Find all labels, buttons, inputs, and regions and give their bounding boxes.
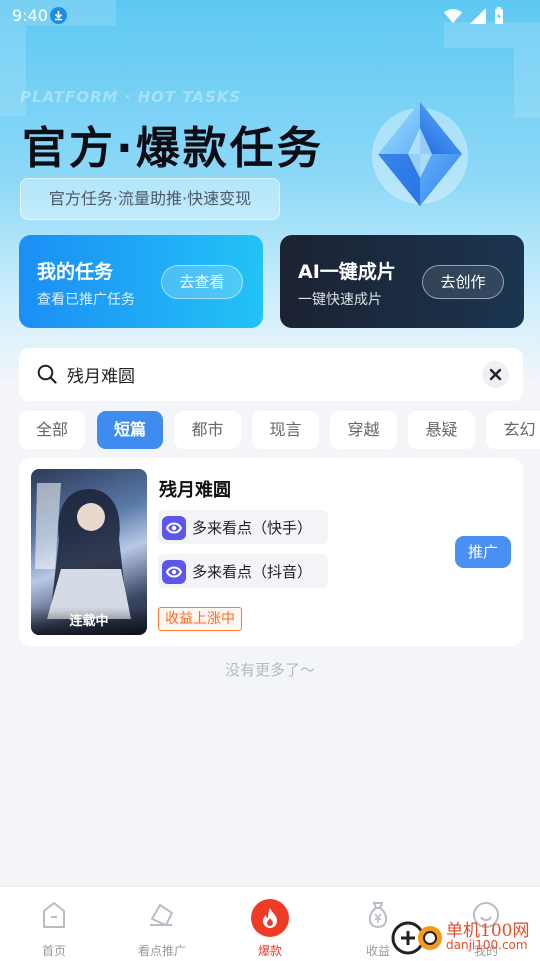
tab-all[interactable]: 全部: [19, 411, 85, 449]
ai-video-card[interactable]: AI一键成片 一键快速成片 去创作: [280, 235, 524, 328]
home-icon: [43, 902, 65, 928]
download-icon: [50, 7, 67, 24]
site-watermark: 单机100网 danji100.com: [390, 910, 540, 960]
platform-kuaishou: 多来看点（快手）: [158, 510, 328, 544]
platform-logo-icon: [162, 516, 186, 540]
tab-short[interactable]: 短篇: [97, 411, 163, 449]
create-button[interactable]: 去创作: [422, 265, 504, 299]
status-bar: 9:40: [0, 0, 540, 32]
book-cover: 连载中: [31, 469, 147, 635]
promote-button[interactable]: 推广: [455, 536, 511, 568]
close-icon: [489, 368, 502, 381]
serial-status-label: 连载中: [31, 607, 147, 635]
category-tabs: 全部 短篇 都市 现言 穿越 悬疑 玄幻: [19, 411, 540, 449]
nav-home-label: 首页: [41, 944, 66, 958]
my-tasks-card[interactable]: 我的任务 查看已推广任务 去查看: [19, 235, 263, 328]
page-title: 官方·爆款任务: [22, 123, 324, 174]
nav-promote[interactable]: 看点推广: [108, 887, 216, 961]
item-title: 残月难圆: [159, 480, 231, 501]
my-tasks-subtitle: 查看已推广任务: [37, 292, 135, 308]
watermark-logo-icon: [391, 921, 442, 955]
tab-modern-romance[interactable]: 现言: [252, 411, 319, 449]
nav-hot[interactable]: 爆款: [216, 887, 324, 961]
clear-search-button[interactable]: [482, 361, 509, 388]
hero-english-title: PLATFORM · HOT TASKS: [20, 88, 242, 106]
earnings-rising-badge: 收益上涨中: [158, 607, 242, 631]
my-tasks-title: 我的任务: [37, 261, 114, 283]
wifi-icon: [444, 8, 462, 23]
search-icon: [37, 364, 57, 384]
search-input[interactable]: 残月难圆: [67, 362, 135, 387]
platform-label: 多来看点（抖音）: [192, 563, 313, 581]
list-end-text: 没有更多了〜: [224, 661, 315, 679]
status-time: 9:40: [12, 6, 48, 25]
nav-promote-label: 看点推广: [137, 944, 186, 958]
platform-label: 多来看点（快手）: [192, 519, 313, 537]
tab-fantasy[interactable]: 玄幻: [486, 411, 540, 449]
nav-home[interactable]: 首页: [0, 887, 108, 961]
task-item[interactable]: 连载中 残月难圆 多来看点（快手） 多来看点（抖音） 推广 收益上涨中: [19, 458, 523, 646]
hero-subtitle: 官方任务·流量助推·快速变现: [20, 178, 280, 220]
view-tasks-button[interactable]: 去查看: [161, 265, 243, 299]
battery-icon: [495, 7, 503, 24]
ai-video-subtitle: 一键快速成片: [298, 292, 382, 308]
signal-icon: [470, 7, 486, 24]
platform-douyin: 多来看点（抖音）: [158, 554, 328, 588]
watermark-url: danji100.com: [446, 938, 528, 952]
fire-icon: [251, 899, 289, 937]
tab-urban[interactable]: 都市: [174, 411, 241, 449]
tab-mystery[interactable]: 悬疑: [408, 411, 475, 449]
promote-icon: [150, 904, 173, 926]
tab-time-travel[interactable]: 穿越: [330, 411, 397, 449]
diamond-icon: [372, 102, 468, 206]
search-bar[interactable]: 残月难圆: [19, 348, 523, 401]
ai-video-title: AI一键成片: [298, 261, 396, 283]
nav-hot-label: 爆款: [257, 944, 282, 958]
platform-logo-icon: [162, 560, 186, 584]
